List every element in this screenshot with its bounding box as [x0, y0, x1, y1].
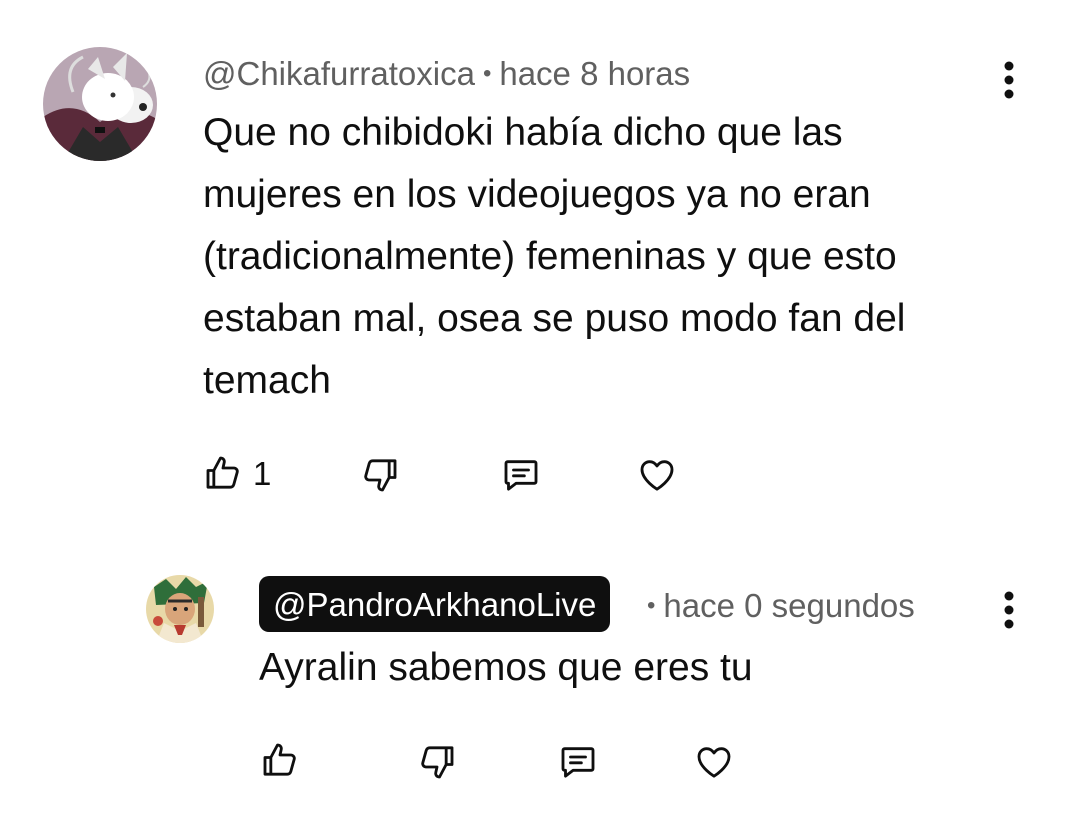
meta-separator: • — [482, 60, 492, 87]
reply-like-button[interactable] — [260, 740, 300, 780]
reply-author-avatar[interactable] — [146, 575, 214, 643]
comment-icon — [504, 460, 538, 491]
white-dog-avatar-icon — [43, 47, 157, 161]
comment-menu-button[interactable] — [994, 58, 1024, 102]
reply-author-chip[interactable]: @PandroArkhanoLive — [259, 576, 611, 632]
anime-character-avatar-icon — [146, 575, 214, 643]
comment-author-avatar[interactable] — [43, 47, 157, 161]
reply-button[interactable] — [500, 455, 542, 495]
comment-author-name[interactable]: @Chikafurratoxica — [203, 55, 475, 92]
more-vert-icon — [1004, 591, 1014, 629]
heart-icon — [640, 460, 674, 491]
comment-timestamp[interactable]: hace 8 horas — [499, 55, 690, 92]
comment-icon — [561, 747, 595, 778]
meta-separator: • — [647, 592, 656, 619]
like-button[interactable]: 1 — [203, 453, 271, 493]
thumbs-down-icon — [364, 459, 397, 492]
comment-meta: @Chikafurratoxica • hace 8 horas — [203, 57, 690, 90]
thumbs-down-icon — [421, 746, 454, 779]
reply-meta: • hace 0 segundos — [645, 589, 915, 622]
reply-dislike-button[interactable] — [417, 742, 457, 782]
like-count: 1 — [253, 454, 272, 492]
reply-heart-button[interactable] — [693, 742, 735, 782]
thumbs-up-icon — [263, 743, 296, 776]
more-vert-icon — [1004, 61, 1014, 99]
dislike-button[interactable] — [360, 455, 400, 495]
heart-button[interactable] — [636, 455, 678, 495]
reply-reply-button[interactable] — [557, 742, 599, 782]
reply-timestamp[interactable]: hace 0 segundos — [663, 587, 914, 624]
reply-menu-button[interactable] — [994, 588, 1024, 632]
thumbs-up-icon — [206, 456, 239, 489]
reply-text: Ayralin sabemos que eres tu — [259, 646, 753, 689]
heart-icon — [697, 747, 731, 778]
comment-text: Que no chibidoki había dicho que las muj… — [203, 111, 906, 402]
